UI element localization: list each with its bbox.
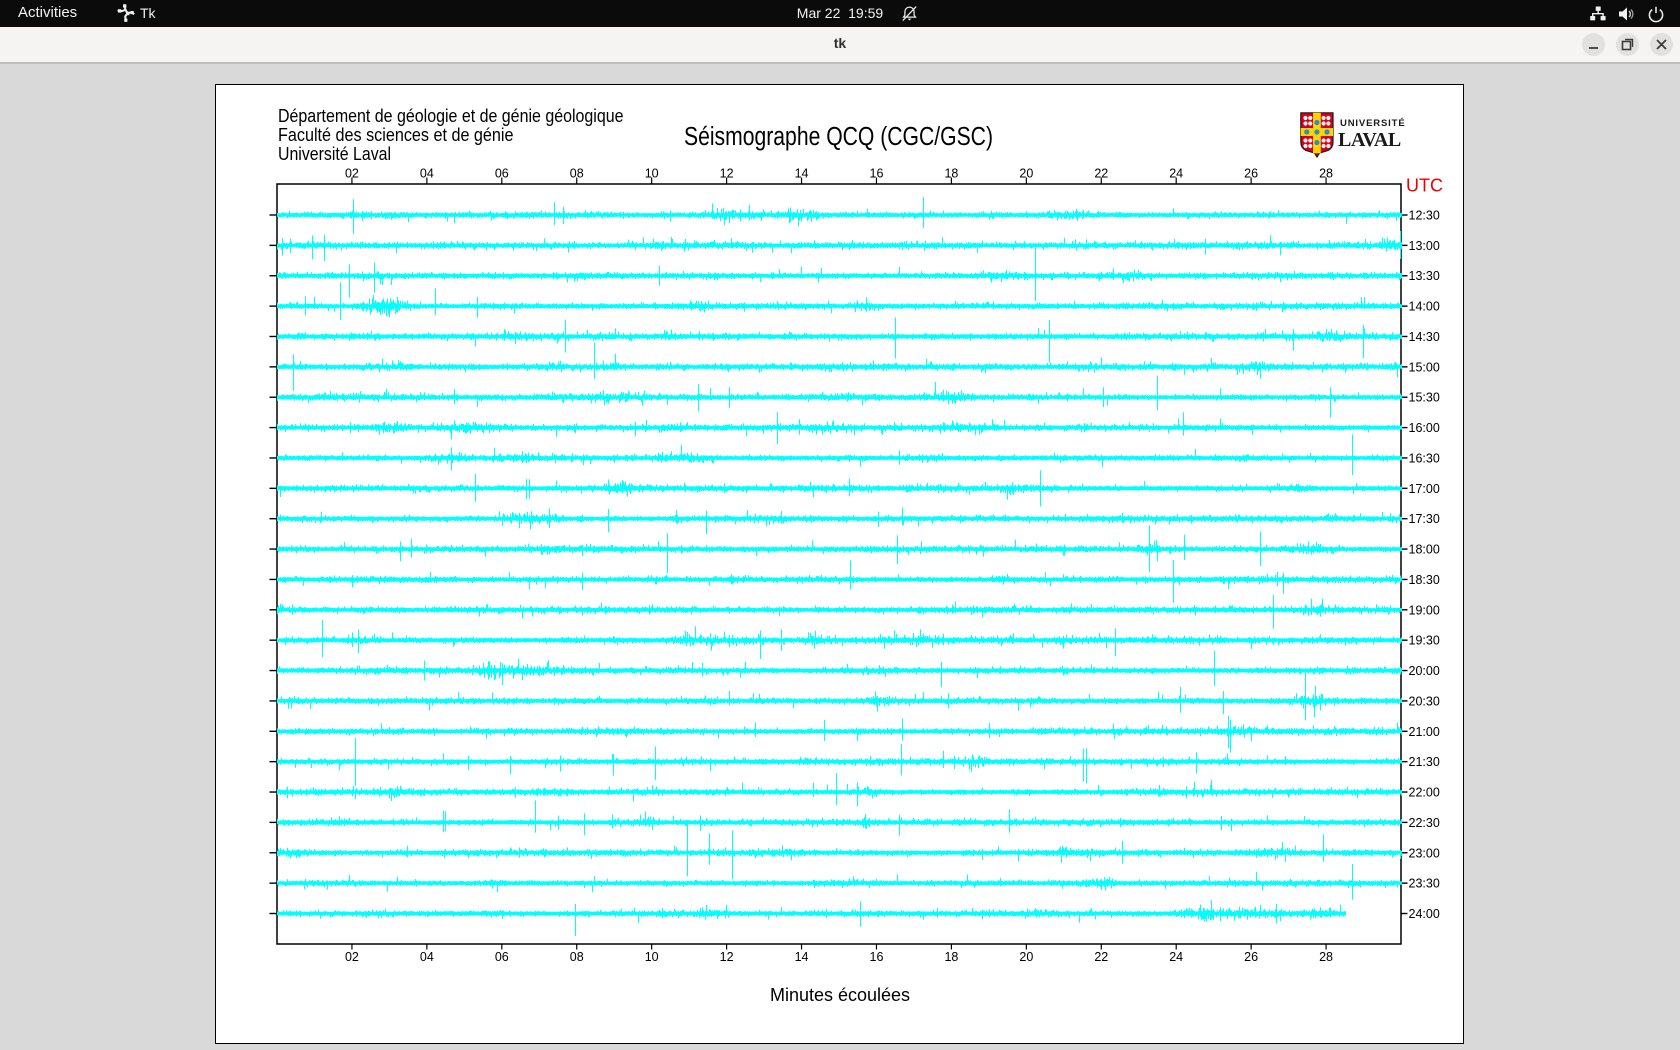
svg-text:14:30: 14:30 bbox=[1409, 330, 1440, 344]
svg-text:Université Laval: Université Laval bbox=[278, 144, 391, 164]
svg-text:08: 08 bbox=[570, 950, 584, 964]
svg-text:19:30: 19:30 bbox=[1409, 634, 1440, 648]
svg-text:16: 16 bbox=[870, 950, 884, 964]
svg-text:Département de géologie et de: Département de géologie et de génie géol… bbox=[278, 106, 624, 126]
svg-text:21:00: 21:00 bbox=[1409, 725, 1440, 739]
svg-text:17:30: 17:30 bbox=[1409, 512, 1440, 526]
svg-text:15:00: 15:00 bbox=[1409, 360, 1440, 374]
svg-text:06: 06 bbox=[495, 167, 509, 181]
svg-text:24: 24 bbox=[1169, 950, 1183, 964]
svg-text:16: 16 bbox=[870, 167, 884, 181]
svg-text:Séismographe QCQ (CGC/GSC): Séismographe QCQ (CGC/GSC) bbox=[684, 123, 993, 151]
svg-text:20: 20 bbox=[1019, 167, 1033, 181]
svg-text:17:00: 17:00 bbox=[1409, 482, 1440, 496]
svg-text:Faculté des sciences et de gén: Faculté des sciences et de génie bbox=[278, 125, 514, 145]
svg-text:26: 26 bbox=[1244, 167, 1258, 181]
svg-text:08: 08 bbox=[570, 167, 584, 181]
svg-text:02: 02 bbox=[345, 167, 359, 181]
svg-text:15:30: 15:30 bbox=[1409, 391, 1440, 405]
svg-text:10: 10 bbox=[645, 167, 659, 181]
svg-text:04: 04 bbox=[420, 950, 434, 964]
svg-text:23:30: 23:30 bbox=[1409, 877, 1440, 891]
svg-text:16:00: 16:00 bbox=[1409, 421, 1440, 435]
svg-text:22: 22 bbox=[1094, 950, 1108, 964]
svg-text:02: 02 bbox=[345, 950, 359, 964]
svg-text:UNIVERSITÉ: UNIVERSITÉ bbox=[1340, 118, 1406, 129]
svg-text:16:30: 16:30 bbox=[1409, 451, 1440, 465]
svg-text:28: 28 bbox=[1319, 950, 1333, 964]
svg-text:14: 14 bbox=[795, 950, 809, 964]
svg-text:06: 06 bbox=[495, 950, 509, 964]
svg-text:20: 20 bbox=[1019, 950, 1033, 964]
svg-text:18: 18 bbox=[944, 167, 958, 181]
svg-text:04: 04 bbox=[420, 167, 434, 181]
svg-text:24: 24 bbox=[1169, 167, 1183, 181]
svg-text:14:00: 14:00 bbox=[1409, 300, 1440, 314]
svg-text:Minutes écoulées: Minutes écoulées bbox=[770, 985, 910, 1005]
svg-text:22:30: 22:30 bbox=[1409, 816, 1440, 830]
svg-text:26: 26 bbox=[1244, 950, 1258, 964]
svg-text:20:00: 20:00 bbox=[1409, 664, 1440, 678]
svg-text:19:00: 19:00 bbox=[1409, 603, 1440, 617]
svg-text:UTC: UTC bbox=[1406, 176, 1443, 196]
svg-text:12:30: 12:30 bbox=[1409, 209, 1440, 223]
svg-text:14: 14 bbox=[795, 167, 809, 181]
svg-text:24:00: 24:00 bbox=[1409, 907, 1440, 921]
svg-text:20:30: 20:30 bbox=[1409, 694, 1440, 708]
svg-text:28: 28 bbox=[1319, 167, 1333, 181]
svg-text:18: 18 bbox=[944, 950, 958, 964]
svg-text:23:00: 23:00 bbox=[1409, 846, 1440, 860]
svg-text:10: 10 bbox=[645, 950, 659, 964]
svg-text:12: 12 bbox=[720, 950, 734, 964]
svg-text:18:00: 18:00 bbox=[1409, 543, 1440, 557]
svg-text:22: 22 bbox=[1094, 167, 1108, 181]
svg-text:22:00: 22:00 bbox=[1409, 786, 1440, 800]
svg-text:13:30: 13:30 bbox=[1409, 269, 1440, 283]
svg-text:13:00: 13:00 bbox=[1409, 239, 1440, 253]
svg-text:12: 12 bbox=[720, 167, 734, 181]
svg-text:LAVAL: LAVAL bbox=[1338, 129, 1401, 151]
svg-text:21:30: 21:30 bbox=[1409, 755, 1440, 769]
svg-text:18:30: 18:30 bbox=[1409, 573, 1440, 587]
